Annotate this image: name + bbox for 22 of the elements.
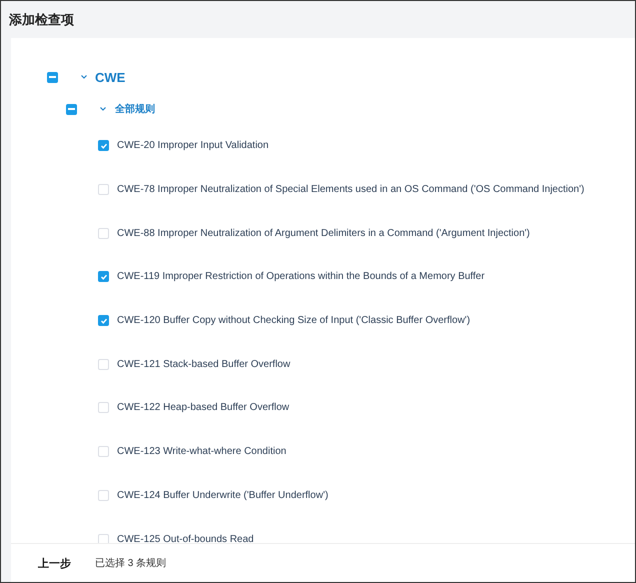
checkbox[interactable] xyxy=(98,140,109,152)
caret-icon[interactable] xyxy=(99,105,107,113)
rule-label: CWE-78 Improper Neutralization of Special Elements used in an OS Command ('OS Command Injection') xyxy=(117,184,584,196)
rule-label: CWE-120 Buffer Copy without Checking Size of Input ('Classic Buffer Overflow') xyxy=(117,315,470,326)
rule-label: CWE-124 Buffer Underwrite ('Buffer Underflow') xyxy=(117,490,328,501)
tree-group-label: CWE xyxy=(95,70,126,84)
dialog-title: 添加检查项 xyxy=(9,10,74,28)
rule-label: CWE-119 Improper Restriction of Operations within the Bounds of a Memory Buffer xyxy=(117,271,485,282)
rule-label: CWE-122 Heap-based Buffer Overflow xyxy=(117,402,290,414)
checkbox[interactable] xyxy=(66,104,77,114)
rule-label: CWE-88 Improper Neutralization of Argument Delimiters in a Command ('Argument Injection') xyxy=(117,228,530,239)
caret-icon[interactable] xyxy=(80,73,88,81)
selection-summary: 已选择 3 条规则 xyxy=(95,556,166,570)
rule-label: CWE-125 Out-of-bounds Read xyxy=(117,534,254,543)
checkbox[interactable] xyxy=(98,315,109,326)
checkbox[interactable] xyxy=(47,72,58,82)
rule-label: CWE-121 Stack-based Buffer Overflow xyxy=(117,358,290,370)
back-button[interactable]: 上一步 xyxy=(38,556,71,570)
tree-group-label: 全部规则 xyxy=(115,102,155,116)
rule-label: CWE-123 Write-what-where Condition xyxy=(117,446,286,458)
checkbox[interactable] xyxy=(98,271,109,282)
rule-label: CWE-20 Improper Input Validation xyxy=(117,140,269,152)
